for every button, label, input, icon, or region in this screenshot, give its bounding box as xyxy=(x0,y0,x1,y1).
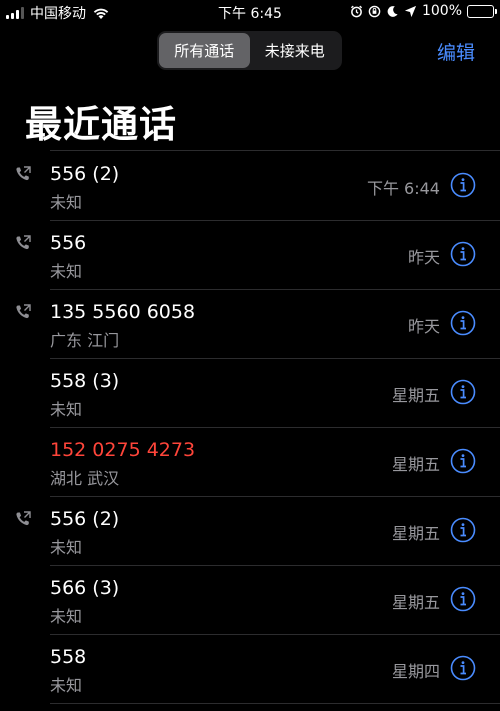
info-icon[interactable] xyxy=(450,379,476,405)
alarm-icon xyxy=(350,5,363,17)
call-filter-segmented-control: 所有通话 未接来电 xyxy=(157,31,342,70)
caller-name: 558 (3) xyxy=(50,370,120,392)
status-right: 100% xyxy=(350,3,497,19)
status-bar: 中国移动 下午 6:45 100% xyxy=(0,0,500,24)
call-time: 星期五 xyxy=(391,524,440,543)
orientation-lock-icon xyxy=(368,5,381,17)
caller-name: 152 0275 4273 xyxy=(50,439,196,461)
call-time: 星期五 xyxy=(391,455,440,474)
edit-button[interactable]: 编辑 xyxy=(437,38,475,65)
outgoing-call-icon xyxy=(14,165,32,183)
info-icon[interactable] xyxy=(450,517,476,543)
info-icon[interactable] xyxy=(450,310,476,336)
caller-location: 未知 xyxy=(50,538,83,557)
info-icon[interactable] xyxy=(450,655,476,681)
battery-percent: 100% xyxy=(421,3,462,19)
call-row[interactable]: 556 (2) 未知 星期五 xyxy=(0,496,500,566)
outgoing-call-icon xyxy=(14,234,32,252)
page-title: 最近通话 xyxy=(25,103,177,146)
call-row[interactable]: 556 (2) 未知 下午 6:44 xyxy=(0,151,500,221)
call-time: 昨天 xyxy=(407,248,440,267)
caller-name: 135 5560 6058 xyxy=(50,301,196,323)
info-icon[interactable] xyxy=(450,586,476,612)
info-icon[interactable] xyxy=(450,172,476,198)
outgoing-call-icon xyxy=(14,303,32,321)
call-row[interactable]: 556 未知 昨天 xyxy=(0,220,500,290)
call-time: 昨天 xyxy=(407,317,440,336)
call-row[interactable]: 558 (3) 未知 星期五 xyxy=(0,358,500,428)
caller-name: 558 xyxy=(50,646,87,668)
call-row[interactable]: 135 5560 6058 广东 江门 昨天 xyxy=(0,289,500,359)
caller-location: 未知 xyxy=(50,400,83,419)
call-time: 星期五 xyxy=(391,386,440,405)
outgoing-call-icon xyxy=(14,510,32,528)
caller-location: 湖北 武汉 xyxy=(50,469,120,488)
call-time: 星期五 xyxy=(391,593,440,612)
caller-name: 556 (2) xyxy=(50,163,120,185)
call-time: 下午 6:44 xyxy=(366,179,440,198)
info-icon[interactable] xyxy=(450,241,476,267)
recent-calls-list: 556 (2) 未知 下午 6:44 556 未知 昨天 135 5560 60… xyxy=(0,150,500,704)
caller-name: 556 (2) xyxy=(50,508,120,530)
caller-location: 广东 江门 xyxy=(50,331,120,350)
call-row[interactable]: 558 未知 星期四 xyxy=(0,634,500,704)
call-row[interactable]: 152 0275 4273 湖北 武汉 星期五 xyxy=(0,427,500,497)
caller-location: 未知 xyxy=(50,193,83,212)
caller-location: 未知 xyxy=(50,676,83,695)
call-row[interactable]: 566 (3) 未知 星期五 xyxy=(0,565,500,635)
moon-icon xyxy=(387,5,398,17)
info-icon[interactable] xyxy=(450,448,476,474)
caller-name: 556 xyxy=(50,232,87,254)
caller-name: 566 (3) xyxy=(50,577,120,599)
tab-missed-calls[interactable]: 未接来电 xyxy=(250,33,341,68)
battery-icon xyxy=(467,4,497,18)
tab-all-calls[interactable]: 所有通话 xyxy=(159,33,250,68)
call-time: 星期四 xyxy=(391,662,440,681)
caller-location: 未知 xyxy=(50,607,83,626)
location-icon xyxy=(404,5,417,17)
caller-location: 未知 xyxy=(50,262,83,281)
